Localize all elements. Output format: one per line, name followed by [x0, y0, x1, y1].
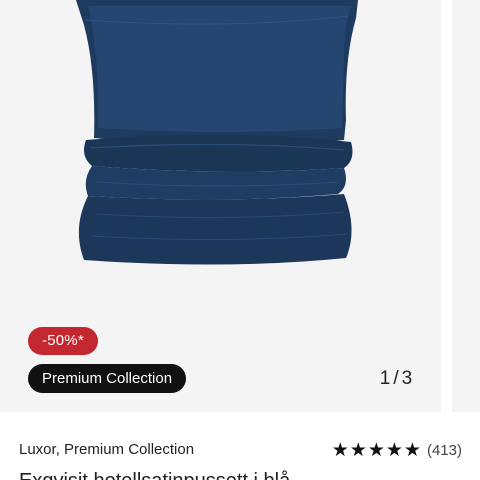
discount-badge: -50%* — [28, 327, 98, 355]
star-icon: ★ — [385, 439, 403, 461]
star-icon: ★ — [349, 439, 367, 461]
product-image-bedding[interactable] — [26, 0, 414, 292]
gallery-pager: 1/3 — [372, 367, 420, 391]
product-title: Exqvisit hotellsatinpussett i blå — [19, 470, 290, 480]
brand-line[interactable]: Luxor, Premium Collection — [19, 441, 194, 458]
gallery-next-slide-peek[interactable] — [452, 0, 480, 412]
star-icon: ★ — [331, 439, 349, 461]
collection-tag[interactable]: Premium Collection — [28, 364, 187, 393]
pager-separator: / — [393, 368, 399, 389]
pager-total: 3 — [401, 368, 413, 389]
pager-current: 1 — [379, 368, 391, 389]
product-info: Luxor, Premium Collection ★ ★ ★ ★ ★ (413… — [0, 412, 480, 480]
star-icon: ★ — [403, 439, 421, 461]
gallery-slide[interactable]: -50%* Premium Collection 1/3 — [0, 0, 441, 412]
star-icon: ★ — [367, 439, 385, 461]
review-count[interactable]: (413) — [427, 442, 462, 459]
product-gallery[interactable]: -50%* Premium Collection 1/3 — [0, 0, 480, 412]
rating-stars: ★ ★ ★ ★ ★ — [332, 440, 421, 460]
product-rating[interactable]: ★ ★ ★ ★ ★ (413) — [332, 440, 462, 460]
